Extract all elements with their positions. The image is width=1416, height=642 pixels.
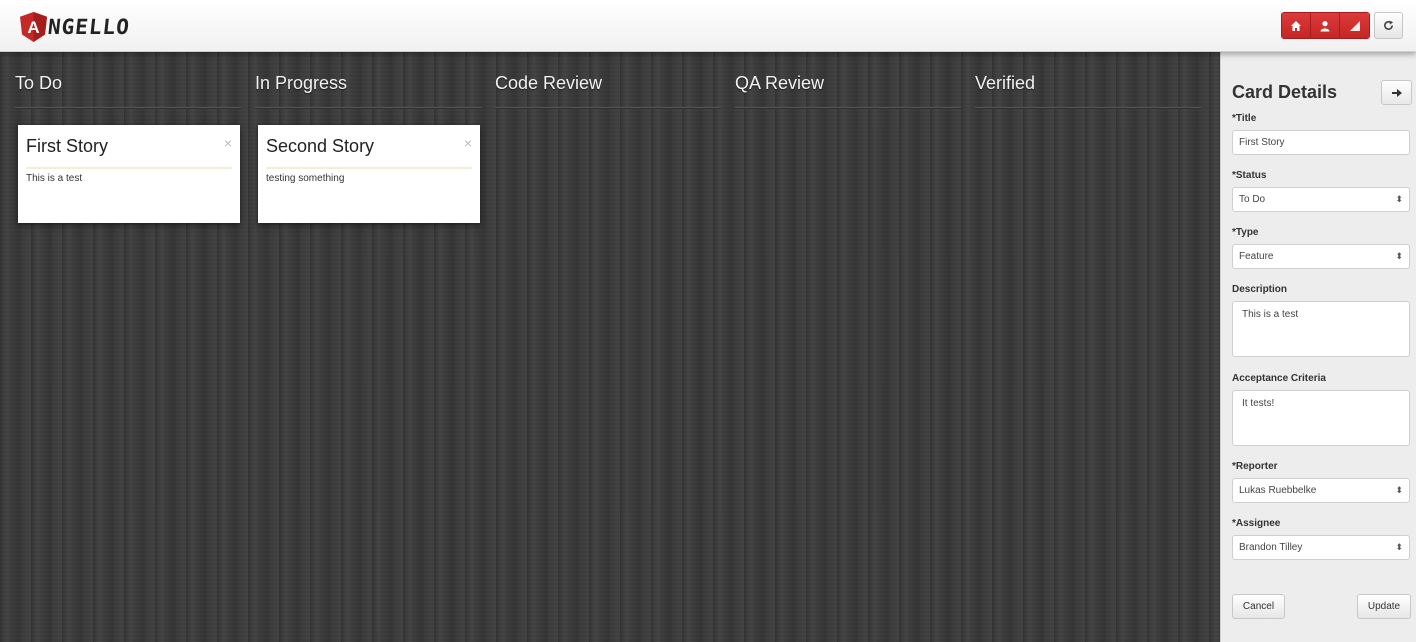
select-arrows-icon: ⬍ [1395,251,1403,261]
logo-letter: A [27,18,39,37]
main-nav-buttons [1281,12,1370,39]
app-logo[interactable]: A NGELLO [20,12,132,42]
assignee-label: *Assignee [1232,518,1281,529]
column-verified: Verified [975,52,1201,642]
type-value: Feature [1239,251,1274,262]
description-textarea[interactable]: This is a test [1232,301,1410,357]
assignee-value: Brandon Tilley [1239,542,1303,553]
card-delete-icon[interactable]: × [464,135,472,151]
status-value: To Do [1239,194,1266,205]
card-description: This is a test [26,173,83,184]
description-label: Description [1232,284,1288,295]
type-select[interactable]: Feature ⬍ [1232,244,1410,269]
column-divider [975,107,1201,109]
column-in-progress: In Progress Second Story × testing somet… [255,52,481,642]
angular-shield-icon: A [20,12,47,42]
reporter-value: Lukas Ruebbelke [1239,485,1317,496]
reporter-label: *Reporter [1232,461,1278,472]
reporter-select[interactable]: Lukas Ruebbelke ⬍ [1232,478,1410,503]
column-title: Verified [975,73,1036,93]
logo-wordmark: NGELLO [46,15,132,39]
home-button[interactable] [1282,13,1311,38]
card-title: First Story [26,136,109,156]
logout-button[interactable] [1374,12,1403,39]
column-divider [255,107,481,109]
card-divider [266,167,472,169]
select-arrows-icon: ⬍ [1395,485,1403,495]
panel-title: Card Details [1232,82,1338,102]
top-navbar: A NGELLO [0,0,1416,52]
card-description: testing something [266,173,345,184]
status-select[interactable]: To Do ⬍ [1232,187,1410,212]
story-card[interactable]: Second Story × testing something [258,125,480,223]
column-title: QA Review [735,73,825,93]
card-delete-icon[interactable]: × [224,135,232,151]
select-arrows-icon: ⬍ [1395,194,1403,204]
select-arrows-icon: ⬍ [1395,542,1403,552]
signal-icon [1349,20,1360,31]
acceptance-criteria-label: Acceptance Criteria [1232,373,1326,384]
story-card[interactable]: First Story × This is a test [18,125,240,223]
refresh-icon [1384,20,1394,30]
title-input[interactable]: First Story [1232,130,1410,155]
card-details-panel: Card Details *Title First Story *Status … [1220,52,1416,642]
column-title: To Do [15,73,63,93]
column-title: In Progress [255,73,348,93]
cancel-button[interactable]: Cancel [1232,594,1285,619]
arrow-right-icon [1391,88,1402,97]
type-label: *Type [1232,227,1259,238]
column-to-do: To Do First Story × This is a test [15,52,241,642]
status-label: *Status [1232,170,1267,181]
card-divider [26,167,232,169]
column-qa-review: QA Review [735,52,961,642]
assignee-select[interactable]: Brandon Tilley ⬍ [1232,535,1410,560]
story-board: To Do First Story × This is a test In Pr… [0,52,1220,642]
acceptance-criteria-textarea[interactable]: It tests! [1232,390,1410,446]
column-divider [735,107,961,109]
home-icon [1291,20,1301,31]
close-panel-button[interactable] [1381,80,1412,105]
column-code-review: Code Review [495,52,721,642]
column-title: Code Review [495,73,603,93]
update-button[interactable]: Update [1357,594,1411,619]
column-divider [495,107,721,109]
users-button[interactable] [1311,13,1340,38]
card-title: Second Story [266,136,375,156]
reports-button[interactable] [1340,13,1369,38]
user-icon [1320,20,1330,31]
title-label: *Title [1232,113,1257,124]
column-divider [15,107,241,109]
